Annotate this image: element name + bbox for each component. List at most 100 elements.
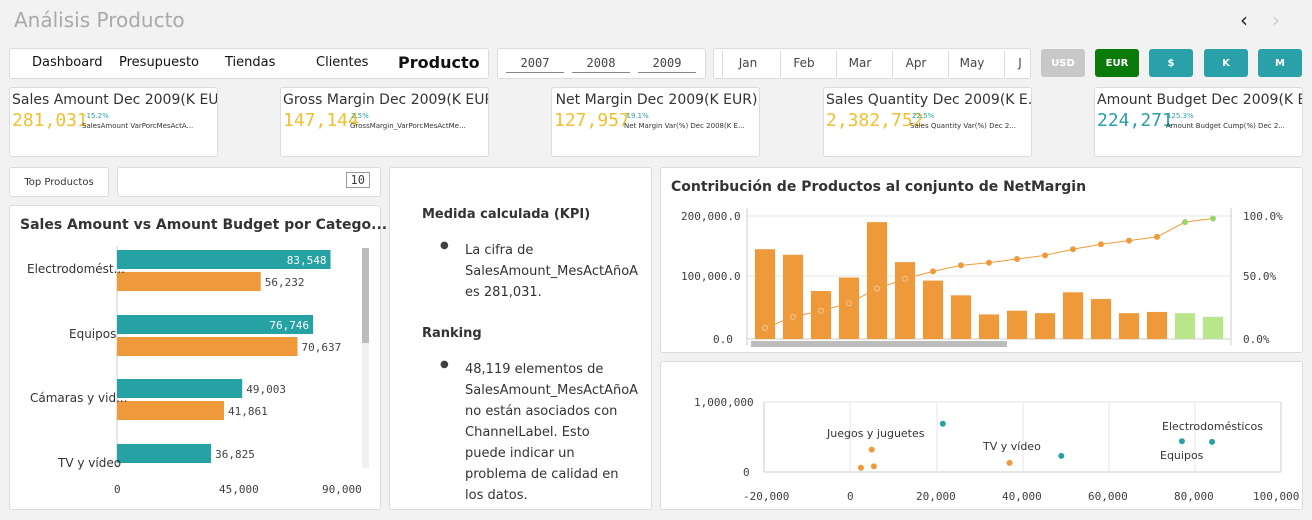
point-label: TV y vídeo — [983, 440, 1041, 453]
month-option[interactable]: J — [1014, 56, 1026, 70]
kpi-value: 2,382,752 — [826, 110, 924, 131]
tab-tiendas[interactable]: Tiendas — [225, 55, 275, 70]
month-option[interactable]: Jan — [726, 56, 770, 70]
kpi-card-sales-quantity[interactable]: Sales Quantity Dec 2009(K E... 2,382,752… — [823, 87, 1032, 157]
month-option[interactable]: Feb — [782, 56, 826, 70]
cumulative-point — [986, 259, 992, 266]
top-productos-input[interactable]: 10 — [117, 167, 381, 197]
tab-dashboard[interactable]: Dashboard — [32, 55, 103, 70]
bar[interactable] — [117, 337, 298, 356]
pareto-bar[interactable] — [1062, 292, 1084, 339]
pareto-bar[interactable] — [1034, 313, 1056, 339]
pareto-bar[interactable] — [950, 295, 972, 339]
scatter-point[interactable] — [857, 464, 864, 471]
y-tick-label: 0 — [743, 466, 750, 479]
scatter-point[interactable] — [870, 463, 877, 470]
x-tick-label: 20,000 — [916, 490, 956, 503]
chart-scrollbar-thumb[interactable] — [751, 341, 1007, 347]
pareto-bar[interactable] — [838, 277, 860, 340]
scatter-point[interactable] — [1006, 459, 1013, 466]
pareto-bar[interactable] — [894, 262, 916, 339]
x-tick-label: 90,000 — [322, 483, 362, 496]
month-divider — [836, 51, 837, 77]
navigation-tabs: Dashboard Presupuesto Tiendas Clientes P… — [9, 48, 489, 79]
cumulative-point — [1182, 219, 1188, 226]
pareto-bar[interactable] — [922, 280, 944, 339]
top-productos-button[interactable]: Top Productos — [9, 167, 109, 197]
info-line: no están asociados con — [465, 404, 618, 419]
bar[interactable] — [117, 444, 212, 463]
info-line: puede indicar un — [465, 446, 575, 461]
bar-value-label: 76,746 — [269, 319, 309, 332]
chart-scrollbar-thumb[interactable] — [362, 248, 369, 343]
month-option[interactable]: Apr — [894, 56, 938, 70]
kpi-change: 125.3% — [1167, 112, 1194, 120]
kpi-title: Gross Margin Dec 2009(K EUR) — [283, 92, 488, 108]
info-line: SalesAmount_MesActAñoA — [465, 264, 639, 279]
pareto-bar[interactable] — [1090, 299, 1112, 339]
pareto-bar[interactable] — [978, 314, 1000, 339]
scatter-point[interactable] — [1058, 452, 1065, 459]
info-panel: Medida calculada (KPI) ● La cifra de Sal… — [389, 167, 652, 510]
kpi-change: 2.5% — [351, 112, 369, 120]
kpi-subtitle: Amount Budget Cump(%) Dec 2... — [1166, 122, 1285, 130]
kpi-subtitle: Net Margin Var(%) Dec 2008(K E... — [624, 122, 745, 130]
month-option[interactable]: Mar — [838, 56, 882, 70]
bar[interactable] — [117, 272, 261, 291]
cumulative-point — [1210, 215, 1216, 222]
year-option[interactable]: 2007 — [506, 56, 564, 73]
pareto-bar[interactable] — [1006, 310, 1028, 339]
category-label: Electrodomést... — [27, 262, 126, 276]
usd-button[interactable]: USD — [1041, 49, 1085, 77]
kpi-card-gross-margin[interactable]: Gross Margin Dec 2009(K EUR) 147,144 2.5… — [280, 87, 489, 157]
y2-tick-label: 100.0% — [1243, 210, 1283, 223]
y-tick-label: 100,000.0 — [681, 270, 741, 283]
cumulative-point — [1070, 246, 1076, 253]
bar-value-label: 56,232 — [265, 276, 305, 289]
year-option[interactable]: 2008 — [572, 56, 630, 73]
bar-value-label: 36,825 — [215, 448, 255, 461]
year-option[interactable]: 2009 — [638, 56, 696, 73]
scatter-chart: 1,000,000 0 -20,000 0 20,000 40,000 60,0… — [660, 361, 1303, 510]
month-divider — [722, 51, 723, 77]
tab-clientes[interactable]: Clientes — [316, 55, 368, 70]
pareto-bar[interactable] — [1146, 311, 1168, 339]
thousands-button[interactable]: K — [1204, 49, 1248, 77]
pareto-chart-svg — [746, 208, 1232, 347]
pareto-bar[interactable] — [810, 291, 832, 339]
tab-producto[interactable]: Producto — [398, 53, 480, 72]
pareto-bar[interactable] — [1202, 316, 1224, 339]
pareto-bar[interactable] — [1174, 313, 1196, 339]
bar[interactable] — [117, 401, 224, 420]
eur-button[interactable]: EUR — [1095, 49, 1139, 77]
cumulative-point — [930, 268, 936, 275]
scatter-chart-svg — [763, 401, 1282, 473]
info-line: problema de calidad en — [465, 467, 619, 482]
millions-button[interactable]: M — [1258, 49, 1302, 77]
pareto-bar[interactable] — [866, 222, 888, 339]
month-option[interactable]: May — [950, 56, 994, 70]
category-label: Cámaras y vid... — [30, 391, 128, 405]
kpi-card-amount-budget[interactable]: Amount Budget Dec 2009(K EUR) 224,271 12… — [1094, 87, 1303, 157]
kpi-card-net-margin[interactable]: Net Margin Dec 2009(K EUR) 127,957 -19.1… — [551, 87, 760, 157]
scatter-point[interactable] — [1209, 438, 1216, 445]
kpi-change: 22.5% — [912, 112, 935, 120]
scatter-point[interactable] — [868, 446, 875, 453]
pareto-bar[interactable] — [1118, 313, 1140, 339]
back-arrow-icon[interactable]: ‹ — [1240, 8, 1248, 32]
tab-presupuesto[interactable]: Presupuesto — [119, 55, 199, 70]
info-line: 48,119 elementos de — [465, 362, 604, 377]
top-productos-value[interactable]: 10 — [345, 172, 370, 188]
scatter-point[interactable] — [939, 420, 946, 427]
x-tick-label: 40,000 — [1002, 490, 1042, 503]
scatter-point[interactable] — [1178, 438, 1185, 445]
bar[interactable] — [117, 379, 243, 398]
kpi-card-sales-amount[interactable]: Sales Amount Dec 2009(K EU... 281,031 -1… — [9, 87, 218, 157]
forward-arrow-icon[interactable]: › — [1272, 8, 1280, 32]
bar-value-label: 41,861 — [228, 405, 268, 418]
page-title: Análisis Producto — [14, 8, 185, 32]
info-line: ChannelLabel. Esto — [465, 425, 590, 440]
dollar-button[interactable]: $ — [1149, 49, 1193, 77]
pareto-bar[interactable] — [782, 254, 804, 339]
cumulative-point — [1014, 256, 1020, 263]
